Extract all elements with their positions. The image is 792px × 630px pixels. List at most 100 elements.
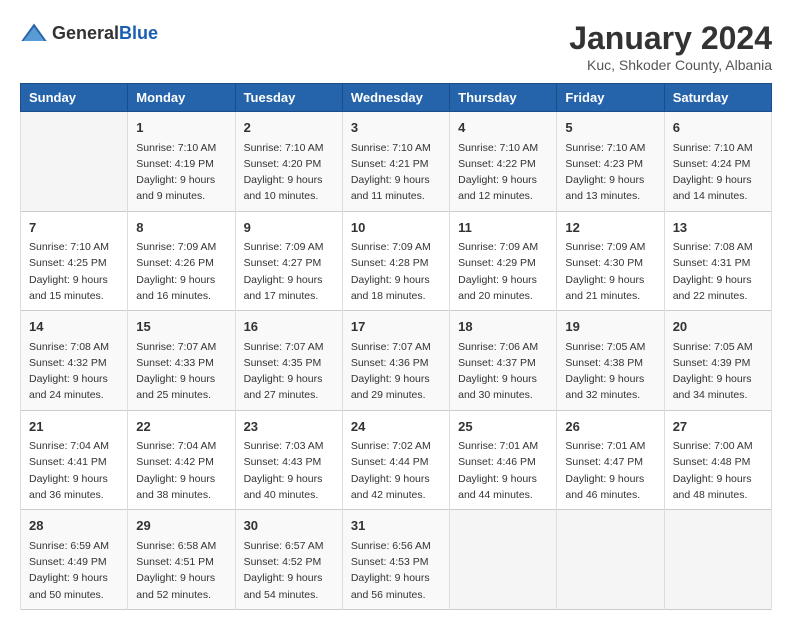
calendar-cell: 7Sunrise: 7:10 AM Sunset: 4:25 PM Daylig…	[21, 211, 128, 311]
day-info: Sunrise: 7:06 AM Sunset: 4:37 PM Dayligh…	[458, 339, 548, 404]
day-number: 9	[244, 218, 334, 238]
day-number: 13	[673, 218, 763, 238]
day-info: Sunrise: 7:04 AM Sunset: 4:41 PM Dayligh…	[29, 438, 119, 503]
day-number: 20	[673, 317, 763, 337]
day-info: Sunrise: 7:09 AM Sunset: 4:30 PM Dayligh…	[565, 239, 655, 304]
calendar-week-row: 7Sunrise: 7:10 AM Sunset: 4:25 PM Daylig…	[21, 211, 772, 311]
calendar-cell: 18Sunrise: 7:06 AM Sunset: 4:37 PM Dayli…	[450, 311, 557, 411]
day-info: Sunrise: 6:57 AM Sunset: 4:52 PM Dayligh…	[244, 538, 334, 603]
col-thursday: Thursday	[450, 84, 557, 112]
day-number: 1	[136, 118, 226, 138]
calendar-cell: 21Sunrise: 7:04 AM Sunset: 4:41 PM Dayli…	[21, 410, 128, 510]
day-info: Sunrise: 7:09 AM Sunset: 4:29 PM Dayligh…	[458, 239, 548, 304]
calendar-cell: 5Sunrise: 7:10 AM Sunset: 4:23 PM Daylig…	[557, 112, 664, 212]
day-info: Sunrise: 7:03 AM Sunset: 4:43 PM Dayligh…	[244, 438, 334, 503]
calendar-cell: 2Sunrise: 7:10 AM Sunset: 4:20 PM Daylig…	[235, 112, 342, 212]
calendar-cell	[450, 510, 557, 610]
day-number: 27	[673, 417, 763, 437]
calendar-cell: 22Sunrise: 7:04 AM Sunset: 4:42 PM Dayli…	[128, 410, 235, 510]
day-number: 31	[351, 516, 441, 536]
day-number: 19	[565, 317, 655, 337]
day-info: Sunrise: 7:10 AM Sunset: 4:23 PM Dayligh…	[565, 140, 655, 205]
day-info: Sunrise: 7:10 AM Sunset: 4:21 PM Dayligh…	[351, 140, 441, 205]
day-info: Sunrise: 7:01 AM Sunset: 4:46 PM Dayligh…	[458, 438, 548, 503]
calendar-cell: 9Sunrise: 7:09 AM Sunset: 4:27 PM Daylig…	[235, 211, 342, 311]
day-number: 23	[244, 417, 334, 437]
calendar-week-row: 28Sunrise: 6:59 AM Sunset: 4:49 PM Dayli…	[21, 510, 772, 610]
col-monday: Monday	[128, 84, 235, 112]
calendar-week-row: 14Sunrise: 7:08 AM Sunset: 4:32 PM Dayli…	[21, 311, 772, 411]
day-info: Sunrise: 7:10 AM Sunset: 4:24 PM Dayligh…	[673, 140, 763, 205]
calendar-week-row: 21Sunrise: 7:04 AM Sunset: 4:41 PM Dayli…	[21, 410, 772, 510]
day-info: Sunrise: 7:09 AM Sunset: 4:28 PM Dayligh…	[351, 239, 441, 304]
calendar-cell	[21, 112, 128, 212]
day-number: 3	[351, 118, 441, 138]
calendar-cell: 31Sunrise: 6:56 AM Sunset: 4:53 PM Dayli…	[342, 510, 449, 610]
day-info: Sunrise: 7:01 AM Sunset: 4:47 PM Dayligh…	[565, 438, 655, 503]
calendar-cell: 19Sunrise: 7:05 AM Sunset: 4:38 PM Dayli…	[557, 311, 664, 411]
calendar-cell: 23Sunrise: 7:03 AM Sunset: 4:43 PM Dayli…	[235, 410, 342, 510]
calendar-cell: 4Sunrise: 7:10 AM Sunset: 4:22 PM Daylig…	[450, 112, 557, 212]
calendar-cell: 13Sunrise: 7:08 AM Sunset: 4:31 PM Dayli…	[664, 211, 771, 311]
day-number: 6	[673, 118, 763, 138]
day-number: 10	[351, 218, 441, 238]
calendar-cell: 25Sunrise: 7:01 AM Sunset: 4:46 PM Dayli…	[450, 410, 557, 510]
day-info: Sunrise: 7:10 AM Sunset: 4:20 PM Dayligh…	[244, 140, 334, 205]
calendar-table: Sunday Monday Tuesday Wednesday Thursday…	[20, 83, 772, 610]
day-info: Sunrise: 7:10 AM Sunset: 4:19 PM Dayligh…	[136, 140, 226, 205]
page-header: GeneralBlue January 2024 Kuc, Shkoder Co…	[20, 20, 772, 73]
col-wednesday: Wednesday	[342, 84, 449, 112]
calendar-cell: 30Sunrise: 6:57 AM Sunset: 4:52 PM Dayli…	[235, 510, 342, 610]
day-number: 12	[565, 218, 655, 238]
day-number: 18	[458, 317, 548, 337]
calendar-cell: 24Sunrise: 7:02 AM Sunset: 4:44 PM Dayli…	[342, 410, 449, 510]
day-info: Sunrise: 7:07 AM Sunset: 4:33 PM Dayligh…	[136, 339, 226, 404]
day-info: Sunrise: 7:05 AM Sunset: 4:38 PM Dayligh…	[565, 339, 655, 404]
col-saturday: Saturday	[664, 84, 771, 112]
calendar-cell: 6Sunrise: 7:10 AM Sunset: 4:24 PM Daylig…	[664, 112, 771, 212]
day-number: 24	[351, 417, 441, 437]
day-info: Sunrise: 7:08 AM Sunset: 4:31 PM Dayligh…	[673, 239, 763, 304]
day-info: Sunrise: 7:02 AM Sunset: 4:44 PM Dayligh…	[351, 438, 441, 503]
calendar-cell: 3Sunrise: 7:10 AM Sunset: 4:21 PM Daylig…	[342, 112, 449, 212]
day-number: 16	[244, 317, 334, 337]
calendar-cell	[664, 510, 771, 610]
day-number: 4	[458, 118, 548, 138]
calendar-cell: 11Sunrise: 7:09 AM Sunset: 4:29 PM Dayli…	[450, 211, 557, 311]
day-number: 29	[136, 516, 226, 536]
col-sunday: Sunday	[21, 84, 128, 112]
calendar-body: 1Sunrise: 7:10 AM Sunset: 4:19 PM Daylig…	[21, 112, 772, 610]
logo-icon	[20, 20, 48, 48]
calendar-header-row: Sunday Monday Tuesday Wednesday Thursday…	[21, 84, 772, 112]
calendar-cell: 12Sunrise: 7:09 AM Sunset: 4:30 PM Dayli…	[557, 211, 664, 311]
calendar-cell: 17Sunrise: 7:07 AM Sunset: 4:36 PM Dayli…	[342, 311, 449, 411]
day-number: 14	[29, 317, 119, 337]
day-info: Sunrise: 7:07 AM Sunset: 4:35 PM Dayligh…	[244, 339, 334, 404]
col-tuesday: Tuesday	[235, 84, 342, 112]
calendar-cell: 14Sunrise: 7:08 AM Sunset: 4:32 PM Dayli…	[21, 311, 128, 411]
day-number: 17	[351, 317, 441, 337]
day-number: 15	[136, 317, 226, 337]
day-number: 7	[29, 218, 119, 238]
day-number: 8	[136, 218, 226, 238]
day-info: Sunrise: 6:59 AM Sunset: 4:49 PM Dayligh…	[29, 538, 119, 603]
calendar-cell: 20Sunrise: 7:05 AM Sunset: 4:39 PM Dayli…	[664, 311, 771, 411]
calendar-cell: 1Sunrise: 7:10 AM Sunset: 4:19 PM Daylig…	[128, 112, 235, 212]
logo: GeneralBlue	[20, 20, 158, 48]
calendar-cell: 29Sunrise: 6:58 AM Sunset: 4:51 PM Dayli…	[128, 510, 235, 610]
day-info: Sunrise: 7:08 AM Sunset: 4:32 PM Dayligh…	[29, 339, 119, 404]
day-info: Sunrise: 7:07 AM Sunset: 4:36 PM Dayligh…	[351, 339, 441, 404]
calendar-week-row: 1Sunrise: 7:10 AM Sunset: 4:19 PM Daylig…	[21, 112, 772, 212]
day-info: Sunrise: 6:56 AM Sunset: 4:53 PM Dayligh…	[351, 538, 441, 603]
day-number: 30	[244, 516, 334, 536]
day-number: 21	[29, 417, 119, 437]
col-friday: Friday	[557, 84, 664, 112]
logo-general-text: GeneralBlue	[52, 24, 158, 44]
title-section: January 2024 Kuc, Shkoder County, Albani…	[569, 20, 772, 73]
day-info: Sunrise: 7:04 AM Sunset: 4:42 PM Dayligh…	[136, 438, 226, 503]
location-subtitle: Kuc, Shkoder County, Albania	[569, 57, 772, 73]
day-number: 22	[136, 417, 226, 437]
calendar-cell: 8Sunrise: 7:09 AM Sunset: 4:26 PM Daylig…	[128, 211, 235, 311]
calendar-cell: 26Sunrise: 7:01 AM Sunset: 4:47 PM Dayli…	[557, 410, 664, 510]
day-info: Sunrise: 7:09 AM Sunset: 4:27 PM Dayligh…	[244, 239, 334, 304]
